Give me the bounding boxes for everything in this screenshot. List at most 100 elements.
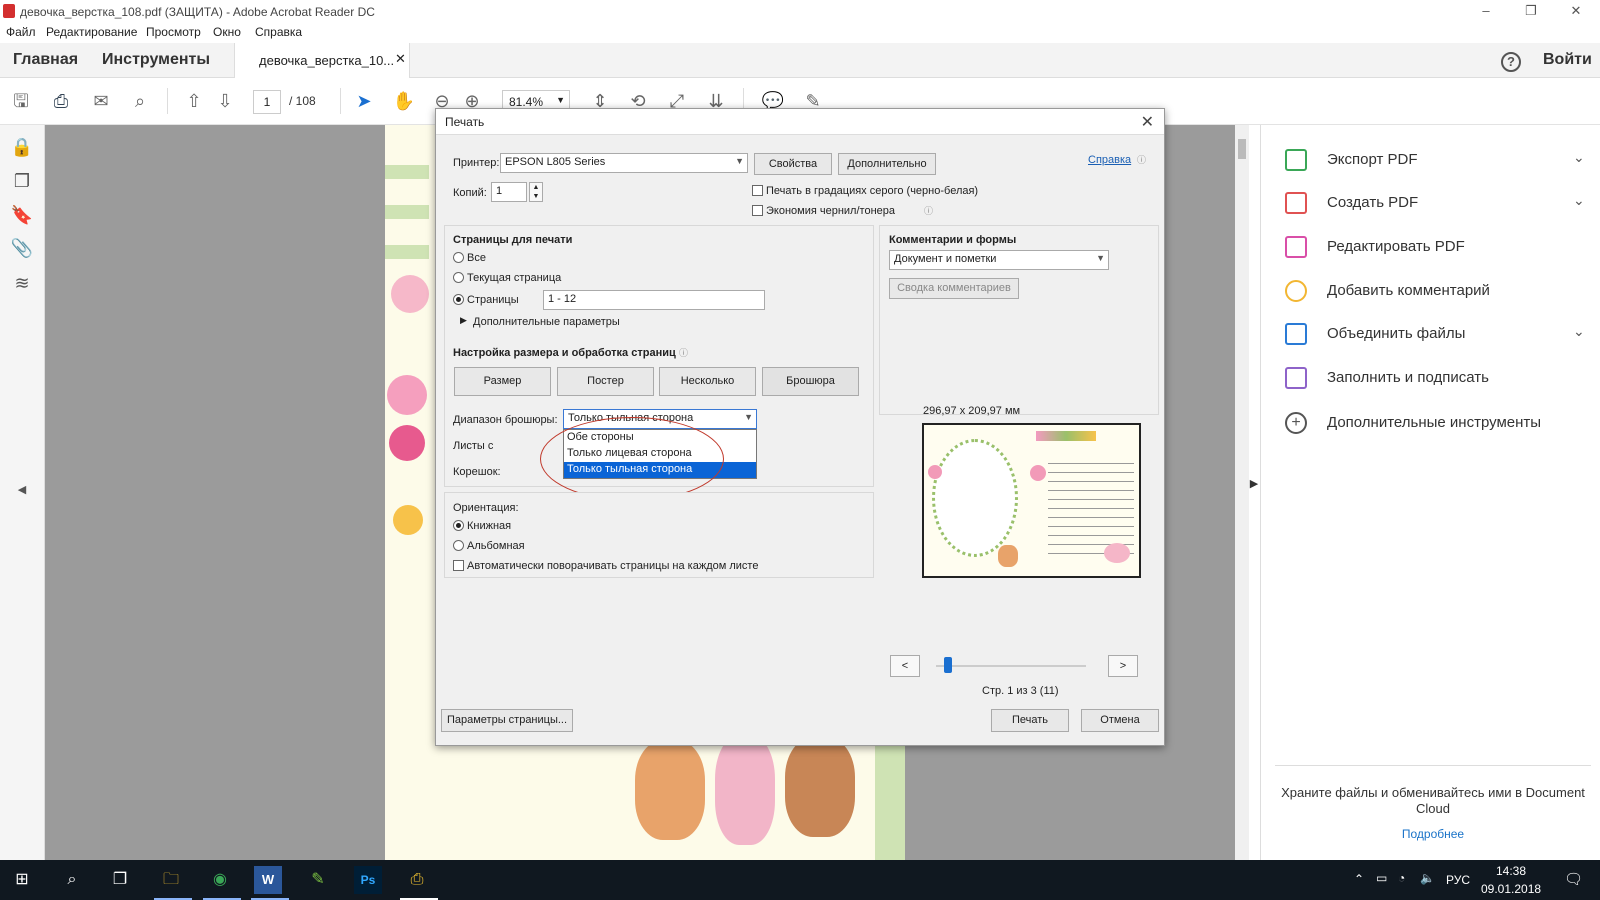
select-cursor-icon[interactable]: ➤ — [351, 88, 377, 114]
landscape-radio[interactable] — [453, 540, 464, 551]
portrait-radio[interactable] — [453, 520, 464, 531]
tab-tools[interactable]: Инструменты — [102, 51, 210, 69]
close-tab-icon[interactable]: ✕ — [395, 51, 406, 67]
windows-start-icon[interactable]: ⊞ — [8, 866, 36, 894]
save-icon[interactable]: 🖫 — [8, 88, 34, 114]
menu-file[interactable]: Файл — [6, 25, 36, 39]
menu-view[interactable]: Просмотр — [146, 25, 201, 39]
bookmark-icon[interactable]: 🔖 — [10, 205, 34, 229]
chevron-down-icon[interactable]: ⌄ — [1573, 323, 1585, 340]
page-number-input[interactable]: 1 — [253, 90, 281, 114]
tool-fill-sign[interactable]: Заполнить и подписать — [1285, 367, 1585, 393]
tool-label: Заполнить и подписать — [1327, 369, 1489, 386]
properties-button[interactable]: Свойства — [754, 153, 832, 175]
close-window-button[interactable]: ✕ — [1566, 2, 1586, 20]
menu-edit[interactable]: Редактирование — [46, 25, 137, 39]
corel-icon[interactable]: ✎ — [304, 866, 332, 894]
tool-edit-pdf[interactable]: Редактировать PDF — [1285, 236, 1585, 262]
chevron-down-icon[interactable]: ⌄ — [1573, 149, 1585, 166]
comments-summary-button[interactable]: Сводка комментариев — [889, 278, 1019, 299]
notifications-icon[interactable]: 🗨 — [1564, 870, 1583, 888]
help-icon[interactable]: ? — [1501, 52, 1521, 72]
more-options-label[interactable]: Дополнительные параметры — [473, 316, 620, 328]
title-bar: девочка_верстка_108.pdf (ЗАЩИТА) - Adobe… — [0, 0, 1600, 23]
file-explorer-icon[interactable]: 🗀 — [157, 866, 185, 894]
size-button[interactable]: Размер — [454, 367, 551, 396]
page-setup-button[interactable]: Параметры страницы... — [441, 709, 573, 732]
battery-icon[interactable]: ▭ — [1376, 871, 1387, 885]
restore-button[interactable]: ❐ — [1521, 2, 1541, 20]
multiple-button[interactable]: Несколько — [659, 367, 756, 396]
attachment-icon[interactable]: 📎 — [10, 238, 34, 262]
tool-label: Экспорт PDF — [1327, 151, 1418, 168]
print-icon[interactable]: ⎙ — [48, 88, 74, 114]
booklet-button[interactable]: Брошюра — [762, 367, 859, 396]
combine-icon — [1285, 323, 1307, 345]
photoshop-icon[interactable]: Ps — [354, 866, 382, 894]
tray-expand-icon[interactable]: ⌃ — [1354, 872, 1364, 886]
search-icon[interactable]: ⌕ — [127, 88, 153, 114]
chevron-down-icon[interactable]: ⌄ — [1573, 192, 1585, 209]
pages-all-radio[interactable] — [453, 252, 464, 263]
menu-window[interactable]: Окно — [213, 25, 241, 39]
save-ink-label: Экономия чернил/тонера — [766, 205, 895, 217]
preview-slider-track[interactable] — [936, 665, 1086, 667]
language-indicator[interactable]: РУС — [1446, 873, 1470, 887]
poster-button[interactable]: Постер — [557, 367, 654, 396]
email-icon[interactable]: ✉ — [88, 88, 114, 114]
clock-time[interactable]: 14:38 — [1496, 864, 1526, 878]
comments-select[interactable]: Документ и пометки ▼ — [889, 250, 1109, 270]
copies-input[interactable]: 1 — [491, 182, 527, 202]
help-link[interactable]: Справка — [1088, 154, 1131, 166]
print-dialog: Печать ✕ Принтер: EPSON L805 Series ▼ Св… — [435, 108, 1165, 746]
word-icon[interactable]: W — [254, 866, 282, 894]
lock-icon[interactable]: 🔒 — [10, 137, 34, 161]
tool-export-pdf[interactable]: Экспорт PDF ⌄ — [1285, 149, 1585, 175]
hand-tool-icon[interactable]: ✋ — [391, 88, 417, 114]
acrobat-taskbar-icon[interactable]: ⎙ — [403, 866, 431, 894]
scroll-thumb[interactable] — [1238, 139, 1246, 159]
export-pdf-icon — [1285, 149, 1307, 171]
chrome-icon[interactable]: ◉ — [206, 866, 234, 894]
tab-home[interactable]: Главная — [13, 51, 78, 69]
print-preview-thumbnail — [922, 423, 1141, 578]
copies-label: Копий: — [453, 187, 487, 199]
next-page-icon[interactable]: ⇩ — [212, 88, 238, 114]
auto-rotate-checkbox[interactable] — [453, 560, 464, 571]
network-icon[interactable]: ◔ — [1398, 871, 1405, 885]
print-button[interactable]: Печать — [991, 709, 1069, 732]
copies-stepper[interactable]: ▲ ▼ — [529, 182, 543, 202]
layers-icon[interactable]: ≋ — [10, 273, 34, 297]
clock-date[interactable]: 09.01.2018 — [1481, 882, 1541, 896]
cancel-button[interactable]: Отмена — [1081, 709, 1159, 732]
tool-combine-files[interactable]: Объединить файлы ⌄ — [1285, 323, 1585, 349]
pages-icon[interactable]: ❐ — [10, 171, 34, 195]
prev-page-icon[interactable]: ⇧ — [181, 88, 207, 114]
preview-slider-thumb[interactable] — [944, 657, 952, 673]
learn-more-link[interactable]: Подробнее — [1275, 827, 1591, 841]
menu-help[interactable]: Справка — [255, 25, 302, 39]
preview-prev-button[interactable]: < — [890, 655, 920, 677]
pages-range-radio[interactable] — [453, 294, 464, 305]
tab-document[interactable]: девочка_верстка_10... ✕ — [234, 43, 410, 78]
login-button[interactable]: Войти — [1543, 51, 1592, 69]
tool-add-comment[interactable]: Добавить комментарий — [1285, 280, 1585, 306]
advanced-button[interactable]: Дополнительно — [838, 153, 936, 175]
grayscale-checkbox[interactable] — [752, 185, 763, 196]
pages-current-radio[interactable] — [453, 272, 464, 283]
tool-create-pdf[interactable]: Создать PDF ⌄ — [1285, 192, 1585, 218]
preview-next-button[interactable]: > — [1108, 655, 1138, 677]
printer-select[interactable]: EPSON L805 Series ▼ — [500, 153, 748, 173]
create-pdf-icon — [1285, 192, 1307, 214]
tool-more-tools[interactable]: + Дополнительные инструменты — [1285, 412, 1585, 438]
collapse-left-icon[interactable]: ◀ — [10, 483, 34, 507]
save-ink-checkbox[interactable] — [752, 205, 763, 216]
pages-range-input[interactable]: 1 - 12 — [543, 290, 765, 310]
close-icon[interactable]: ✕ — [1141, 112, 1154, 132]
search-icon[interactable]: ⌕ — [58, 866, 86, 894]
task-view-icon[interactable]: ❐ — [106, 866, 134, 894]
info-icon: ⓘ — [1137, 155, 1147, 165]
minimize-button[interactable]: – — [1476, 2, 1496, 20]
volume-icon[interactable]: 🔈 — [1420, 871, 1435, 885]
expand-triangle-icon[interactable]: ▶ — [460, 315, 467, 326]
